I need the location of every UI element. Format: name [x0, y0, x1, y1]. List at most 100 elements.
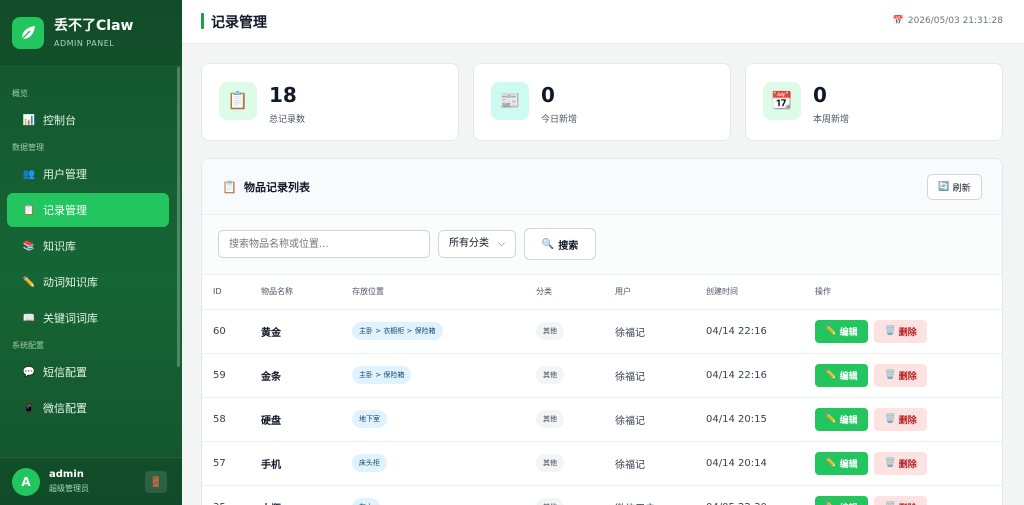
category-select[interactable]: 所有分类 ⌵	[438, 230, 516, 258]
search-button[interactable]: 🔍 搜索	[524, 228, 596, 260]
refresh-button[interactable]: 🔄 刷新	[927, 174, 982, 200]
phone-icon: 📱	[22, 402, 36, 414]
column-header-created[interactable]: 创建时间	[706, 275, 815, 310]
panel-title-text: 物品记录列表	[243, 181, 310, 194]
cell-name: 黄金	[261, 309, 352, 354]
category-selected: 所有分类	[449, 238, 489, 249]
trash-icon: 🗑️	[884, 370, 896, 380]
column-header-name[interactable]: 物品名称	[261, 275, 352, 310]
stat-label: 本周新增	[813, 115, 850, 125]
table-row[interactable]: 58 硬盘 地下室 其他 徐福记 04/14 20:15 ✏️ 编辑 🗑️ 删除	[202, 397, 1002, 442]
pencil-icon: ✏️	[825, 458, 837, 468]
pencil-icon: ✏️	[825, 370, 837, 380]
sidebar-item-dashboard[interactable]: 📊 控制台	[7, 103, 169, 137]
header-datetime: 📅 2026/05/03 21:31:28	[893, 16, 1003, 26]
delete-button[interactable]: 🗑️删除	[874, 407, 928, 431]
user-name: admin	[49, 469, 84, 480]
delete-button[interactable]: 🗑️删除	[874, 319, 928, 343]
page-title: 记录管理	[211, 15, 267, 31]
cell-created: 04/14 20:15	[706, 397, 815, 442]
sidebar-item-label: 控制台	[43, 114, 76, 127]
column-header-category[interactable]: 分类	[536, 275, 615, 310]
edit-label: 编辑	[839, 415, 858, 426]
brand[interactable]: 丢不了Claw ADMIN PANEL	[0, 0, 182, 67]
sidebar-item-label: 动词知识库	[43, 276, 98, 289]
cell-name: 金条	[261, 353, 352, 398]
sidebar-item-wechat[interactable]: 📱 微信配置	[7, 391, 169, 425]
edit-button[interactable]: ✏️编辑	[815, 495, 868, 505]
edit-button[interactable]: ✏️编辑	[815, 407, 868, 431]
stat-label: 今日新增	[541, 115, 578, 125]
top-header: 记录管理 📅 2026/05/03 21:31:28	[182, 0, 1024, 44]
cell-id: 35	[202, 485, 261, 505]
category-tag: 其他	[536, 498, 564, 505]
logout-button[interactable]: 🚪	[145, 471, 167, 493]
datetime-text: 2026/05/03 21:31:28	[907, 16, 1003, 26]
delete-label: 删除	[899, 501, 917, 505]
table-row[interactable]: 60 黄金 主卧 > 衣橱柜 > 保险箱 其他 徐福记 04/14 22:16 …	[202, 309, 1002, 354]
edit-button[interactable]: ✏️编辑	[815, 451, 868, 475]
search-input[interactable]	[218, 230, 430, 258]
door-icon: 🚪	[149, 476, 163, 488]
column-header-user[interactable]: 用户	[615, 275, 706, 310]
brand-title: 丢不了Claw	[54, 18, 134, 34]
table-row[interactable]: 59 金条 主卧 > 保险箱 其他 徐福记 04/14 22:16 ✏️ 编辑 🗑…	[202, 353, 1002, 398]
filter-toolbar: 所有分类 ⌵ 🔍 搜索	[202, 215, 1002, 275]
search-label: 搜索	[558, 240, 579, 252]
column-header-location[interactable]: 存放位置	[352, 275, 536, 310]
message-icon: 💬	[22, 366, 36, 378]
clipboard-icon: 📋	[219, 82, 257, 120]
stat-value: 0	[813, 83, 827, 107]
cell-id: 57	[202, 441, 261, 486]
table-row[interactable]: 57 手机 床头柜 其他 徐福记 04/14 20:14 ✏️ 编辑 🗑️ 删除	[202, 441, 1002, 486]
category-tag: 其他	[536, 410, 564, 428]
edit-button[interactable]: ✏️编辑	[815, 319, 868, 343]
sidebar-item-knowledge[interactable]: 📚 知识库	[7, 229, 169, 263]
column-header-id[interactable]: ID	[202, 275, 261, 310]
table-row[interactable]: 35 水瓶 车上 其他 微信用户 04/05 22:30 ✏️编辑 🗑️删除	[202, 485, 1002, 505]
nav-section-overview: 概览	[12, 89, 28, 98]
sidebar-item-verb-knowledge[interactable]: ✏️ 动词知识库	[7, 265, 169, 299]
sidebar-item-sms[interactable]: 💬 短信配置	[7, 355, 169, 389]
search-icon: 🔍	[541, 238, 555, 250]
sidebar-scrollbar[interactable]	[177, 67, 180, 367]
refresh-icon: 🔄	[938, 182, 950, 192]
pencil-icon: ✏️	[22, 276, 36, 288]
location-tag: 床头柜	[352, 454, 387, 472]
edit-label: 编辑	[839, 459, 858, 470]
cell-created: 04/05 22:30	[706, 485, 815, 505]
delete-button[interactable]: 🗑️删除	[874, 363, 928, 387]
delete-label: 删除	[898, 371, 917, 382]
leaf-logo-icon	[12, 17, 44, 49]
cell-name: 水瓶	[261, 485, 352, 505]
edit-button[interactable]: ✏️编辑	[815, 363, 868, 387]
sidebar-item-users[interactable]: 👥 用户管理	[7, 157, 169, 191]
sidebar: 丢不了Claw ADMIN PANEL 概览 📊 控制台 数据管理 👥 用户管理…	[0, 0, 182, 505]
delete-button[interactable]: 🗑️删除	[874, 451, 928, 475]
delete-button[interactable]: 🗑️删除	[874, 495, 928, 505]
records-table: ID 物品名称 存放位置 分类 用户 创建时间 操作 60 黄金 主卧 > 衣橱…	[202, 275, 1002, 505]
location-tag: 车上	[352, 498, 380, 505]
trash-icon: 🗑️	[884, 458, 896, 468]
title-accent-bar	[201, 13, 204, 29]
avatar[interactable]: A	[12, 467, 40, 496]
table-header-row: ID 物品名称 存放位置 分类 用户 创建时间 操作	[202, 275, 1002, 310]
clipboard-icon: 📋	[22, 204, 36, 216]
delete-label: 删除	[898, 327, 917, 338]
user-role: 超级管理员	[49, 484, 89, 493]
pencil-icon: ✏️	[825, 326, 837, 336]
cell-user: 徐福记	[615, 309, 706, 354]
sidebar-item-keywords[interactable]: 📖 关键词词库	[7, 301, 169, 335]
nav-section-data: 数据管理	[12, 143, 44, 152]
cell-created: 04/14 22:16	[706, 353, 815, 398]
cell-name: 硬盘	[261, 397, 352, 442]
sidebar-item-label: 知识库	[43, 240, 76, 253]
user-profile: A admin 超级管理员 🚪	[0, 457, 182, 505]
edit-label: 编辑	[839, 327, 858, 338]
books-icon: 📚	[22, 240, 36, 252]
cell-user: 微信用户	[615, 485, 706, 505]
edit-label: 编辑	[840, 501, 858, 505]
records-panel: 📋 物品记录列表 🔄 刷新 所有分类 ⌵ 🔍 搜索 ID 物品名称 存放位置 分…	[201, 158, 1003, 505]
sidebar-item-records[interactable]: 📋 记录管理	[7, 193, 169, 227]
book-icon: 📖	[22, 312, 36, 324]
